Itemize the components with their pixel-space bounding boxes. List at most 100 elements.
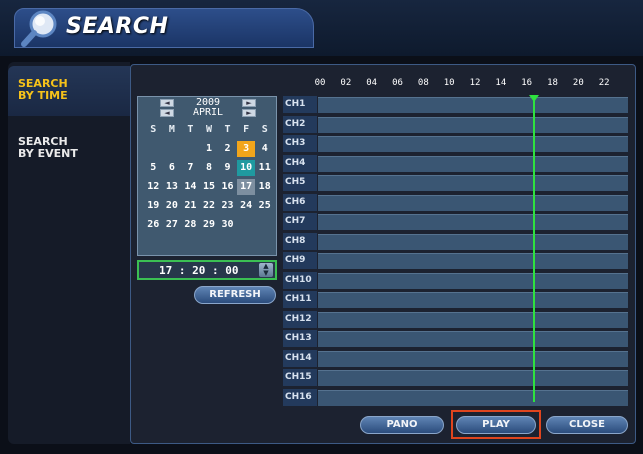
play-button[interactable]: PLAY [456, 416, 536, 434]
channel-timeline-track[interactable] [318, 389, 628, 406]
calendar-day[interactable]: 29 [200, 217, 219, 233]
channel-label: CH13 [283, 330, 317, 347]
calendar-day[interactable]: 23 [218, 198, 237, 214]
channel-timeline-track[interactable] [318, 233, 628, 250]
hour-tick-label: 04 [366, 78, 378, 88]
calendar-day[interactable]: 11 [255, 160, 274, 176]
nav-search-by-time[interactable]: SEARCH BY TIME [8, 66, 130, 116]
channel-row[interactable]: CH8 [283, 232, 628, 250]
channel-row[interactable]: CH12 [283, 310, 628, 328]
channel-timeline-track[interactable] [318, 175, 628, 191]
calendar-day[interactable]: 25 [255, 198, 274, 214]
calendar-empty-cell [237, 217, 256, 233]
hour-tick-label: 00 [314, 78, 326, 88]
calendar-day[interactable]: 3 [236, 141, 256, 157]
channel-label: CH10 [283, 271, 317, 289]
channel-label: CH5 [283, 174, 317, 191]
time-input[interactable]: 17 : 20 : 00 ▲ ▼ [137, 260, 277, 280]
calendar-day[interactable]: 19 [144, 198, 163, 214]
channel-timeline-track[interactable] [318, 136, 628, 152]
channel-row[interactable]: CH13 [283, 330, 628, 347]
prev-month-icon[interactable]: ◄ [160, 109, 174, 117]
pano-button[interactable]: PANO [360, 416, 444, 434]
channel-label: CH8 [283, 232, 317, 250]
channel-label: CH11 [283, 291, 317, 308]
channel-row[interactable]: CH14 [283, 349, 628, 367]
channel-row[interactable]: CH15 [283, 369, 628, 386]
channel-timeline-track[interactable] [318, 272, 628, 289]
channel-timeline-track[interactable] [318, 194, 628, 211]
channel-row[interactable]: CH10 [283, 271, 628, 289]
calendar-day[interactable]: 16 [218, 179, 237, 195]
channel-label: CH4 [283, 154, 317, 172]
channel-timeline-track[interactable] [318, 116, 628, 133]
calendar-grid: S M T W T F S 1 2 3 4 5 6 7 8 9 10 11 12 13 14 15 16 17 18 19 20 21… [144, 122, 274, 233]
calendar-header: ◄ ► ◄ ► 2009 APRIL [138, 97, 278, 121]
channel-row[interactable]: CH3 [283, 135, 628, 152]
nav-label-line2: BY TIME [18, 89, 68, 102]
calendar-day[interactable]: 15 [200, 179, 219, 195]
refresh-button[interactable]: REFRESH [194, 286, 276, 304]
calendar-day[interactable]: 27 [163, 217, 182, 233]
channel-row[interactable]: CH7 [283, 213, 628, 230]
calendar-day[interactable]: 14 [181, 179, 200, 195]
nav-search-by-event[interactable]: SEARCH BY EVENT [8, 124, 130, 174]
calendar-day[interactable]: 20 [163, 198, 182, 214]
calendar-day[interactable]: 6 [163, 160, 182, 176]
calendar-day[interactable]: 4 [255, 141, 274, 157]
calendar-day[interactable]: 12 [144, 179, 163, 195]
channel-label: CH2 [283, 115, 317, 133]
time-cursor-line[interactable] [532, 100, 535, 402]
close-button[interactable]: CLOSE [546, 416, 628, 434]
calendar-day[interactable]: 9 [218, 160, 237, 176]
nav-label-line2: BY EVENT [18, 147, 78, 160]
channel-row[interactable]: CH5 [283, 174, 628, 191]
channel-timeline-track[interactable] [318, 155, 628, 172]
weekday-label: W [205, 124, 212, 135]
channel-label: CH3 [283, 135, 317, 152]
channel-label: CH6 [283, 193, 317, 211]
channel-row[interactable]: CH11 [283, 291, 628, 308]
channel-timeline-track[interactable] [318, 331, 628, 347]
calendar-day[interactable]: 28 [181, 217, 200, 233]
calendar-day[interactable]: 17 [236, 179, 256, 195]
weekday-label: T [187, 124, 194, 135]
calendar-month: APRIL [192, 107, 224, 118]
calendar-day[interactable]: 30 [218, 217, 237, 233]
calendar-day[interactable]: 21 [181, 198, 200, 214]
time-spinner-icon[interactable]: ▲ ▼ [259, 263, 273, 277]
channel-label: CH16 [283, 388, 317, 406]
calendar-day[interactable]: 18 [255, 179, 274, 195]
channel-timeline-track[interactable] [318, 97, 628, 113]
channel-row[interactable]: CH16 [283, 388, 628, 406]
prev-year-icon[interactable]: ◄ [160, 99, 174, 107]
calendar-day[interactable]: 24 [237, 198, 256, 214]
hour-ruler: 00 02 04 06 08 10 12 14 16 18 20 22 [315, 78, 620, 90]
channel-row[interactable]: CH1 [283, 96, 628, 113]
calendar-day[interactable]: 10 [236, 160, 256, 176]
channel-timeline-track[interactable] [318, 311, 628, 328]
channel-row[interactable]: CH9 [283, 252, 628, 269]
calendar-day[interactable]: 22 [200, 198, 219, 214]
next-year-icon[interactable]: ► [242, 99, 256, 107]
sidebar [8, 62, 130, 444]
channel-label: CH15 [283, 369, 317, 386]
channel-label: CH12 [283, 310, 317, 328]
calendar-day[interactable]: 1 [200, 141, 219, 157]
calendar-day[interactable]: 13 [163, 179, 182, 195]
channel-timeline-track[interactable] [318, 253, 628, 269]
calendar-day[interactable]: 8 [200, 160, 219, 176]
channel-row[interactable]: CH4 [283, 154, 628, 172]
calendar-day[interactable]: 7 [181, 160, 200, 176]
channel-timeline-track[interactable] [318, 350, 628, 367]
weekday-label: S [150, 124, 157, 135]
channel-timeline-track[interactable] [318, 292, 628, 308]
next-month-icon[interactable]: ► [242, 109, 256, 117]
channel-timeline-track[interactable] [318, 370, 628, 386]
calendar-day[interactable]: 5 [144, 160, 163, 176]
calendar-day[interactable]: 2 [218, 141, 237, 157]
channel-row[interactable]: CH6 [283, 193, 628, 211]
calendar-day[interactable]: 26 [144, 217, 163, 233]
channel-timeline-track[interactable] [318, 214, 628, 230]
channel-row[interactable]: CH2 [283, 115, 628, 133]
